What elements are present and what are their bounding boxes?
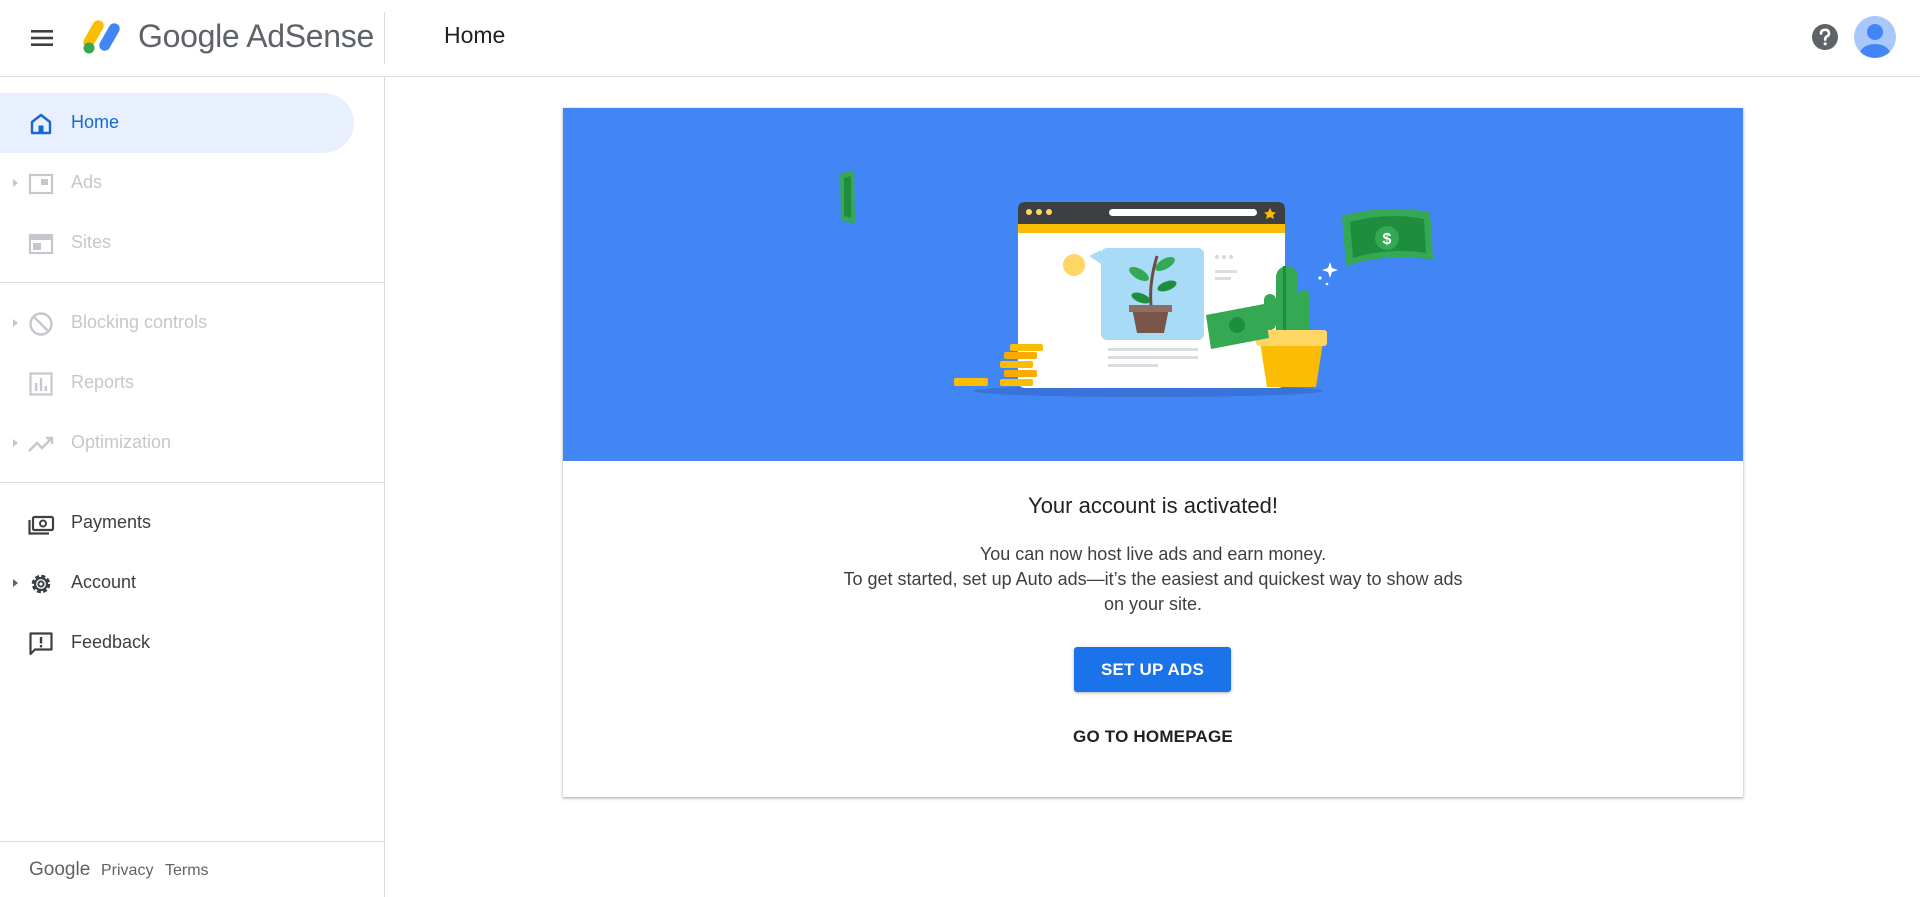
help-icon[interactable]: [1810, 22, 1840, 52]
feedback-icon: [29, 632, 53, 656]
gear-icon: [31, 574, 51, 594]
home-icon: [30, 113, 52, 135]
header-divider: [384, 12, 385, 64]
adsense-logo-icon: [83, 20, 120, 54]
block-icon: [29, 312, 53, 336]
sidebar-divider: [0, 282, 384, 283]
expand-caret-icon[interactable]: [13, 579, 18, 587]
product-name[interactable]: Google AdSense: [138, 18, 374, 55]
svg-text:$: $: [1383, 231, 1392, 248]
activation-message-line: To get started, set up Auto ads—it’s the…: [843, 569, 1463, 589]
activation-title: Your account is activated!: [1028, 493, 1278, 518]
sidebar-item-account[interactable]: Account: [0, 553, 354, 613]
activation-message: You can now host live ads and earn money…: [563, 542, 1743, 617]
ads-icon: [28, 173, 54, 195]
page-title: Home: [444, 22, 506, 48]
sidebar-item-ads[interactable]: Ads: [0, 153, 354, 213]
activation-message-line: on your site.: [1103, 594, 1203, 614]
account-avatar[interactable]: [1854, 16, 1896, 58]
payments-icon: [28, 515, 55, 535]
sidebar-item-label: Home: [71, 112, 120, 132]
google-footer-logo: Google: [29, 859, 91, 880]
sidebar-divider: [0, 482, 384, 483]
bar-chart-icon: [29, 372, 53, 396]
top-app-bar: Google AdSense Home: [0, 0, 1920, 77]
sidebar-item-label: Ads: [71, 172, 103, 192]
sidebar-item-blocking-controls[interactable]: Blocking controls: [0, 293, 354, 353]
person-icon: [1860, 24, 1890, 58]
sidebar-item-label: Blocking controls: [71, 312, 208, 332]
sidebar-item-label: Optimization: [71, 432, 172, 452]
set-up-ads-button[interactable]: SET UP ADS: [1074, 647, 1231, 692]
sidebar-item-label: Account: [71, 572, 137, 592]
sites-icon: [28, 233, 54, 255]
sidebar-item-home[interactable]: Home: [0, 93, 354, 153]
sidebar-item-label: Reports: [71, 372, 135, 392]
sparkle-icon: [1318, 262, 1338, 286]
money-bill-icon: [840, 170, 855, 224]
sidebar-item-payments[interactable]: Payments: [0, 493, 354, 553]
expand-caret-icon[interactable]: [13, 179, 18, 187]
browser-window-icon: [1018, 202, 1285, 388]
illustration-svg: $: [840, 170, 1433, 397]
sidebar-item-optimization[interactable]: Optimization: [0, 413, 354, 473]
trending-up-icon: [28, 436, 54, 452]
hero-illustration: $: [563, 108, 1743, 461]
sidebar-item-label: Sites: [71, 232, 112, 252]
expand-caret-icon[interactable]: [13, 319, 18, 327]
account-activated-card: $ Your account is activated! You can now…: [563, 108, 1743, 797]
sidebar-item-reports[interactable]: Reports: [0, 353, 354, 413]
expand-caret-icon[interactable]: [13, 439, 18, 447]
privacy-link[interactable]: Privacy: [101, 862, 153, 880]
sidebar-item-sites[interactable]: Sites: [0, 213, 354, 273]
menu-icon[interactable]: [26, 22, 58, 54]
sidebar-item-label: Payments: [71, 512, 152, 532]
money-bill-icon: $: [1342, 208, 1433, 266]
go-to-homepage-button[interactable]: GO TO HOMEPAGE: [1043, 720, 1263, 754]
sidebar-nav: Home Ads Sites Blocking controls Reports…: [0, 77, 385, 897]
sidebar-item-feedback[interactable]: Feedback: [0, 613, 354, 673]
sidebar-footer: Google Privacy Terms: [0, 841, 384, 897]
activation-message-line: You can now host live ads and earn money…: [979, 544, 1327, 564]
coins-icon: [954, 344, 1043, 386]
terms-link[interactable]: Terms: [165, 862, 209, 880]
sidebar-item-label: Feedback: [71, 632, 151, 652]
